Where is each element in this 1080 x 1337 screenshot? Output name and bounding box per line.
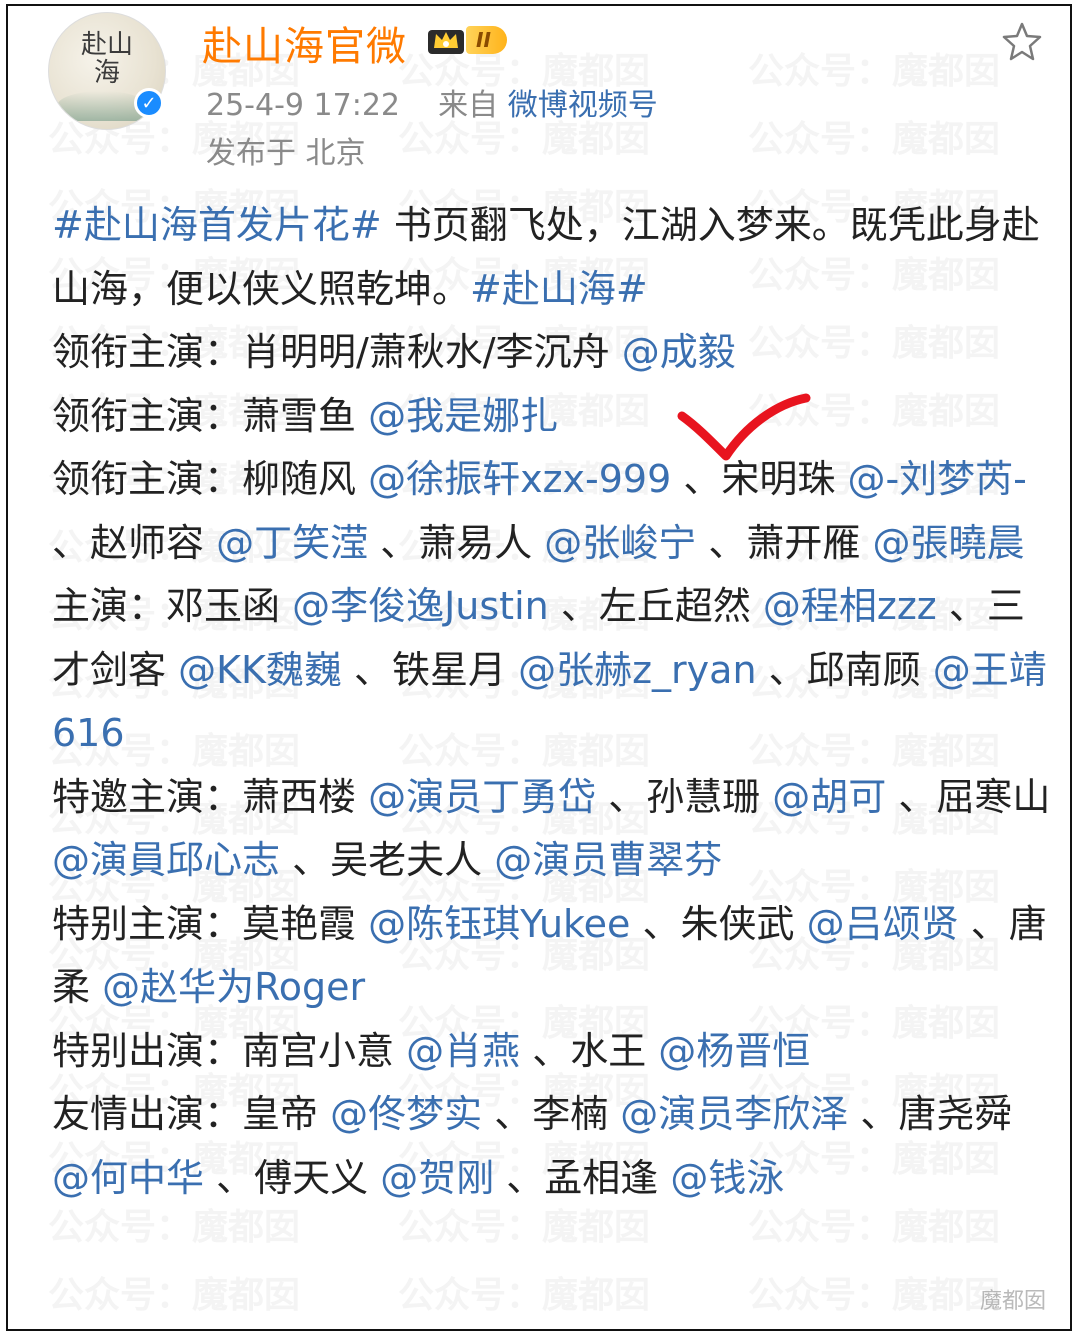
weibo-post-card: 公众号：魔都囡 公众号：魔都囡 公众号：魔都囡 公众号：魔都囡 公众号：魔都囡 公众号：魔… [6, 4, 1072, 1331]
avatar-calligraphy: 赴山海 [80, 30, 133, 88]
post-line: 特邀主演：萧西楼 @演员丁勇岱 、孙慧珊 @胡可 、屈寒山 @演員邱心志 、吴老… [52, 766, 1052, 893]
mention-link[interactable]: @张峻宁 [544, 521, 696, 565]
hashtag-link[interactable]: #赴山海首发片花# [52, 203, 382, 247]
red-checkmark-icon [677, 393, 811, 461]
post-text: 、唐尧舜 [848, 1092, 1013, 1136]
timestamp: 25-4-9 17:22 [206, 88, 400, 123]
mention-link[interactable]: @何中华 [52, 1156, 204, 1200]
mention-link[interactable]: @徐振轩xzx-999 [368, 457, 671, 501]
mention-link[interactable]: @钱泳 [670, 1156, 784, 1200]
mention-link[interactable]: @赵华为Roger [102, 965, 365, 1009]
post-line: 主演：邓玉函 @李俊逸Justin 、左丘超然 @程相zzz 、三才剑客 @KK… [52, 575, 1052, 766]
mention-link[interactable]: @程相zzz [763, 584, 937, 628]
post-text: 、屈寒山 [886, 774, 1051, 819]
mention-link[interactable]: @肖燕 [406, 1029, 520, 1073]
corner-watermark: 魔都囡 [979, 1289, 1046, 1314]
post-text: 、孟相逢 [494, 1155, 671, 1200]
post-text: 领衔主演：肖明明/萧秋水/李沉舟 [52, 330, 622, 374]
mention-link[interactable]: @演员丁勇岱 [368, 775, 596, 819]
hashtag-link[interactable]: #赴山海# [470, 267, 648, 311]
post-line: 特别出演：南宫小意 @肖燕 、水王 @杨晋恒 [52, 1020, 1052, 1084]
post-text: 特别出演：南宫小意 [52, 1028, 407, 1073]
from-label: 来自 [438, 88, 499, 123]
mention-link[interactable]: @演员曹翠芬 [494, 838, 722, 882]
location: 发布于 北京 [206, 136, 366, 171]
post-body: #赴山海首发片花# 书页翻飞处，江湖入梦来。既凭此身赴山海，便以侠义照乾坤。#赴… [52, 194, 1052, 1210]
level-badge: II [466, 26, 507, 54]
watermark-text: 公众号：魔都囡 [48, 1275, 301, 1316]
post-text: 、傅天义 [204, 1155, 381, 1200]
mention-link[interactable]: @贺刚 [380, 1156, 494, 1200]
post-text: 、孙慧珊 [596, 774, 773, 819]
post-text: 、水王 [520, 1028, 659, 1073]
post-line: 特别主演：莫艳霞 @陈钰琪Yukee 、朱侠武 @吕颂贤 、唐柔 @赵华为Rog… [52, 893, 1052, 1020]
post-text: 、李楠 [482, 1092, 621, 1136]
mention-link[interactable]: @KK魏巍 [178, 648, 342, 692]
mention-link[interactable]: @-刘梦芮- [847, 457, 1026, 501]
mention-link[interactable]: @丁笑滢 [216, 521, 368, 565]
post-text: 领衔主演：萧雪鱼 [52, 393, 369, 438]
source-link[interactable]: 微博视频号 [508, 88, 658, 123]
verified-icon: ✓ [134, 88, 164, 118]
post-text: 主演：邓玉函 [52, 584, 293, 628]
mention-link[interactable]: @张赫z_ryan [518, 648, 756, 692]
mention-link[interactable]: @李俊逸Justin [292, 584, 549, 628]
post-text: 特邀主演：萧西楼 [52, 774, 369, 819]
post-text: 、赵师容 [52, 520, 217, 565]
post-line: 友情出演：皇帝 @佟梦实 、李楠 @演员李欣泽 、唐尧舜 @何中华 、傅天义 @… [52, 1083, 1052, 1210]
post-text: 、铁星月 [341, 647, 519, 692]
watermark-text: 公众号：魔都囡 [748, 1275, 1001, 1316]
mention-link[interactable]: @吕颂贤 [807, 902, 959, 946]
post-line: #赴山海首发片花# 书页翻飞处，江湖入梦来。既凭此身赴山海，便以侠义照乾坤。#赴… [52, 194, 1052, 321]
mention-link[interactable]: @張曉晨 [872, 521, 1024, 565]
crown-icon [428, 30, 464, 54]
mention-link[interactable]: @胡可 [772, 775, 886, 819]
post-line: 领衔主演：肖明明/萧秋水/李沉舟 @成毅 [52, 321, 1052, 385]
post-text: 、萧易人 [368, 520, 545, 565]
post-header: 赴山海 ✓ 赴山海官微 II 25-4-9 17:22 来自 微博视频号 发布于… [8, 6, 1070, 171]
mention-link[interactable]: @陈钰琪Yukee [368, 902, 630, 946]
post-text: 、邱南顾 [756, 647, 933, 692]
post-line: 领衔主演：萧雪鱼 @我是娜扎 [52, 385, 1052, 449]
mention-link[interactable]: @我是娜扎 [368, 394, 558, 438]
post-meta: 25-4-9 17:22 来自 微博视频号 [206, 80, 658, 124]
mention-link[interactable]: @佟梦实 [330, 1092, 482, 1136]
post-line: 领衔主演：柳随风 @徐振轩xzx-999 、宋明珠 @-刘梦芮- 、赵师容 @丁… [52, 448, 1052, 575]
post-text: 、朱侠武 [630, 901, 807, 946]
watermark-text: 公众号：魔都囡 [398, 1275, 651, 1316]
username[interactable]: 赴山海官微 [202, 14, 407, 72]
mention-link[interactable]: @演员李欣泽 [620, 1092, 848, 1136]
post-text: 、萧开雁 [696, 520, 873, 565]
mention-link[interactable]: @成毅 [622, 330, 736, 374]
post-text: 、吴老夫人 [280, 838, 495, 882]
mention-link[interactable]: @演員邱心志 [52, 838, 280, 882]
star-outline-icon[interactable] [1000, 20, 1044, 64]
post-text: 领衔主演：柳随风 [52, 457, 369, 501]
mention-link[interactable]: @杨晋恒 [658, 1029, 810, 1073]
post-text: 友情出演：皇帝 [52, 1092, 331, 1136]
post-text: 特别主演：莫艳霞 [52, 901, 369, 946]
post-text: 、左丘超然 [548, 584, 763, 628]
